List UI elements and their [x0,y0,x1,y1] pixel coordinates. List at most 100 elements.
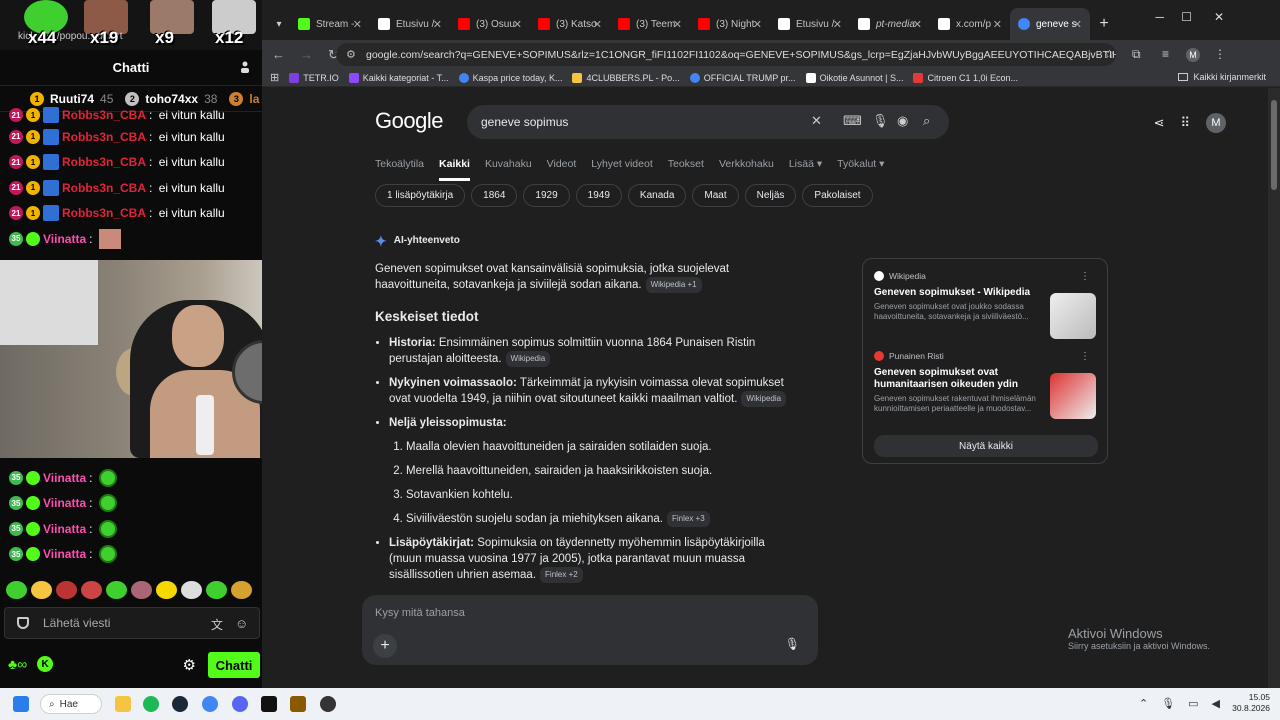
lens-icon[interactable]: ◉ [897,113,908,129]
emote-icon[interactable] [181,581,202,599]
browser-tab[interactable]: Etusivu / ✕ [770,8,850,40]
chip[interactable]: Maat [692,184,739,207]
chip[interactable]: 1929 [523,184,570,207]
google-logo[interactable]: Google [375,108,443,134]
tab-all[interactable]: Kaikki [439,158,470,181]
close-icon[interactable]: ✕ [833,18,842,31]
chat-username[interactable]: Robbs3n_CBA [62,130,146,144]
more-icon[interactable]: ⋮ [1080,271,1090,282]
chat-username[interactable]: Robbs3n_CBA [62,108,146,122]
bookmark[interactable]: Oikotie Asunnot | S... [805,72,903,83]
chip[interactable]: Pakolaiset [802,184,873,207]
tab-more[interactable]: Lisää ▾ [789,158,822,181]
taskbar-search[interactable]: ⌕ Hae [40,694,102,714]
back-icon[interactable]: ← [272,47,286,62]
all-bookmarks[interactable]: Kaikki kirjanmerkit [1178,72,1266,82]
tab-books[interactable]: Teokset [668,158,704,181]
show-all-button[interactable]: Näytä kaikki [874,435,1098,457]
more-icon[interactable]: ⋮ [1080,351,1090,362]
chip[interactable]: Neljäs [744,184,797,207]
forward-icon[interactable]: → [300,47,314,62]
window-close-icon[interactable]: ✕ [1214,10,1224,24]
gear-icon[interactable]: ⚙ [183,656,196,674]
tab-ai-mode[interactable]: Tekoälytila [375,158,424,181]
media-icon[interactable]: ≡ [1162,47,1169,61]
tab-videos[interactable]: Videot [547,158,577,181]
scrollbar-thumb[interactable] [1271,100,1277,190]
mic-icon[interactable]: 🎙︎ [785,637,800,651]
mic-icon[interactable]: 🎙︎ [1161,697,1175,710]
apps-grid-icon[interactable]: ⊞ [270,71,279,84]
close-icon[interactable]: ✕ [913,18,922,31]
bookmark[interactable]: 4CLUBBERS.PL - Po... [572,72,680,83]
source-item[interactable]: Wikipedia Geneven sopimukset - Wikipedia… [874,271,1096,351]
leader-name[interactable]: la [249,92,259,106]
url-field[interactable]: ⚙ google.com/search?q=GENEVE+SOPIMUS&rlz… [336,43,1116,66]
bookmark[interactable]: Kaspa price today, K... [458,72,562,83]
emote-icon[interactable] [56,581,77,599]
bookmark-star-icon[interactable]: ☆ [1104,47,1115,61]
apps-icon[interactable]: ⠿ [1180,115,1190,131]
close-icon[interactable]: ✕ [513,18,522,31]
spotify-icon[interactable] [143,696,159,712]
chrome-icon[interactable] [202,696,218,712]
browser-tab[interactable]: x.com/p ✕ [930,8,1010,40]
clear-icon[interactable]: ✕ [811,113,822,129]
share-icon[interactable]: ⋖ [1154,115,1165,131]
chip[interactable]: Kanada [627,184,687,207]
browser-tab[interactable]: Stream - ✕ [290,8,370,40]
menu-dots-icon[interactable]: ⋮ [1214,47,1226,61]
chip[interactable]: 1 lisäpöytäkirja [375,184,466,207]
tab-images[interactable]: Kuvahaku [485,158,532,181]
chat-username[interactable]: Viinatta [43,496,86,510]
bookmark[interactable]: TETR.IO [289,72,339,83]
app-icon[interactable] [290,696,306,712]
maximize-icon[interactable]: ☐ [1181,10,1192,24]
emote-icon[interactable] [106,581,127,599]
source-item[interactable]: Punainen Risti Geneven sopimukset ovat h… [874,351,1096,431]
source-chip[interactable]: Wikipedia [505,351,551,368]
send-chat-button[interactable]: Chatti [208,652,260,678]
tab-web[interactable]: Verkkohaku [719,158,774,181]
close-icon[interactable]: ✕ [993,18,1002,31]
tab-tools[interactable]: Työkalut ▾ [837,158,884,181]
leader-name[interactable]: toho74xx [145,92,198,106]
chat-username[interactable]: Viinatta [43,547,86,561]
tab-search-icon[interactable]: ▾ [268,8,290,40]
chip[interactable]: 1864 [471,184,518,207]
chat-username[interactable]: Viinatta [43,471,86,485]
emote-icon[interactable] [206,581,227,599]
new-tab-button[interactable]: + [1090,8,1118,40]
smiley-icon[interactable]: ☺ [235,616,249,631]
browser-tab[interactable]: pt-media ✕ [850,8,930,40]
emote-icon[interactable] [231,581,252,599]
source-title[interactable]: Geneven sopimukset ovat humanitaarisen o… [874,367,1044,391]
volume-icon[interactable]: ◀ [1212,697,1220,710]
close-icon[interactable]: ✕ [1073,18,1082,31]
source-chip[interactable]: Wikipedia [741,391,787,408]
points-icon[interactable]: ♣∞ [8,656,27,672]
site-info-icon[interactable]: ⚙ [346,48,358,61]
browser-tab-active[interactable]: geneve s ✕ [1010,8,1090,40]
chevron-up-icon[interactable]: ⌃ [1139,697,1148,710]
emote-icon[interactable] [156,581,177,599]
close-icon[interactable]: ✕ [673,18,682,31]
close-icon[interactable]: ✕ [433,18,442,31]
chat-username[interactable]: Robbs3n_CBA [62,181,146,195]
chip[interactable]: 1949 [575,184,622,207]
search-input[interactable]: geneve sopimus ✕ ⌨ 🎙︎ ◉ ⌕ [467,105,949,139]
users-icon[interactable] [238,60,252,74]
ask-box[interactable]: Kysy mitä tahansa + 🎙︎ [362,595,818,665]
source-chip[interactable]: Finlex +2 [540,567,583,584]
chat-username[interactable]: Viinatta [43,522,86,536]
chat-username[interactable]: Robbs3n_CBA [62,155,146,169]
source-chip[interactable]: Finlex +3 [666,511,710,528]
browser-tab[interactable]: (3) Night ✕ [690,8,770,40]
bookmark[interactable]: Citroen C1 1,0i Econ... [913,72,1018,83]
steam-icon[interactable] [172,696,188,712]
clock[interactable]: 15.05 30.8.2026 [1232,692,1270,714]
tab-short-videos[interactable]: Lyhyet videot [591,158,652,181]
bookmark[interactable]: Kaikki kategoriat - T... [348,72,449,83]
browser-tab[interactable]: (3) Katso ✕ [530,8,610,40]
account-avatar[interactable]: M [1206,113,1226,133]
